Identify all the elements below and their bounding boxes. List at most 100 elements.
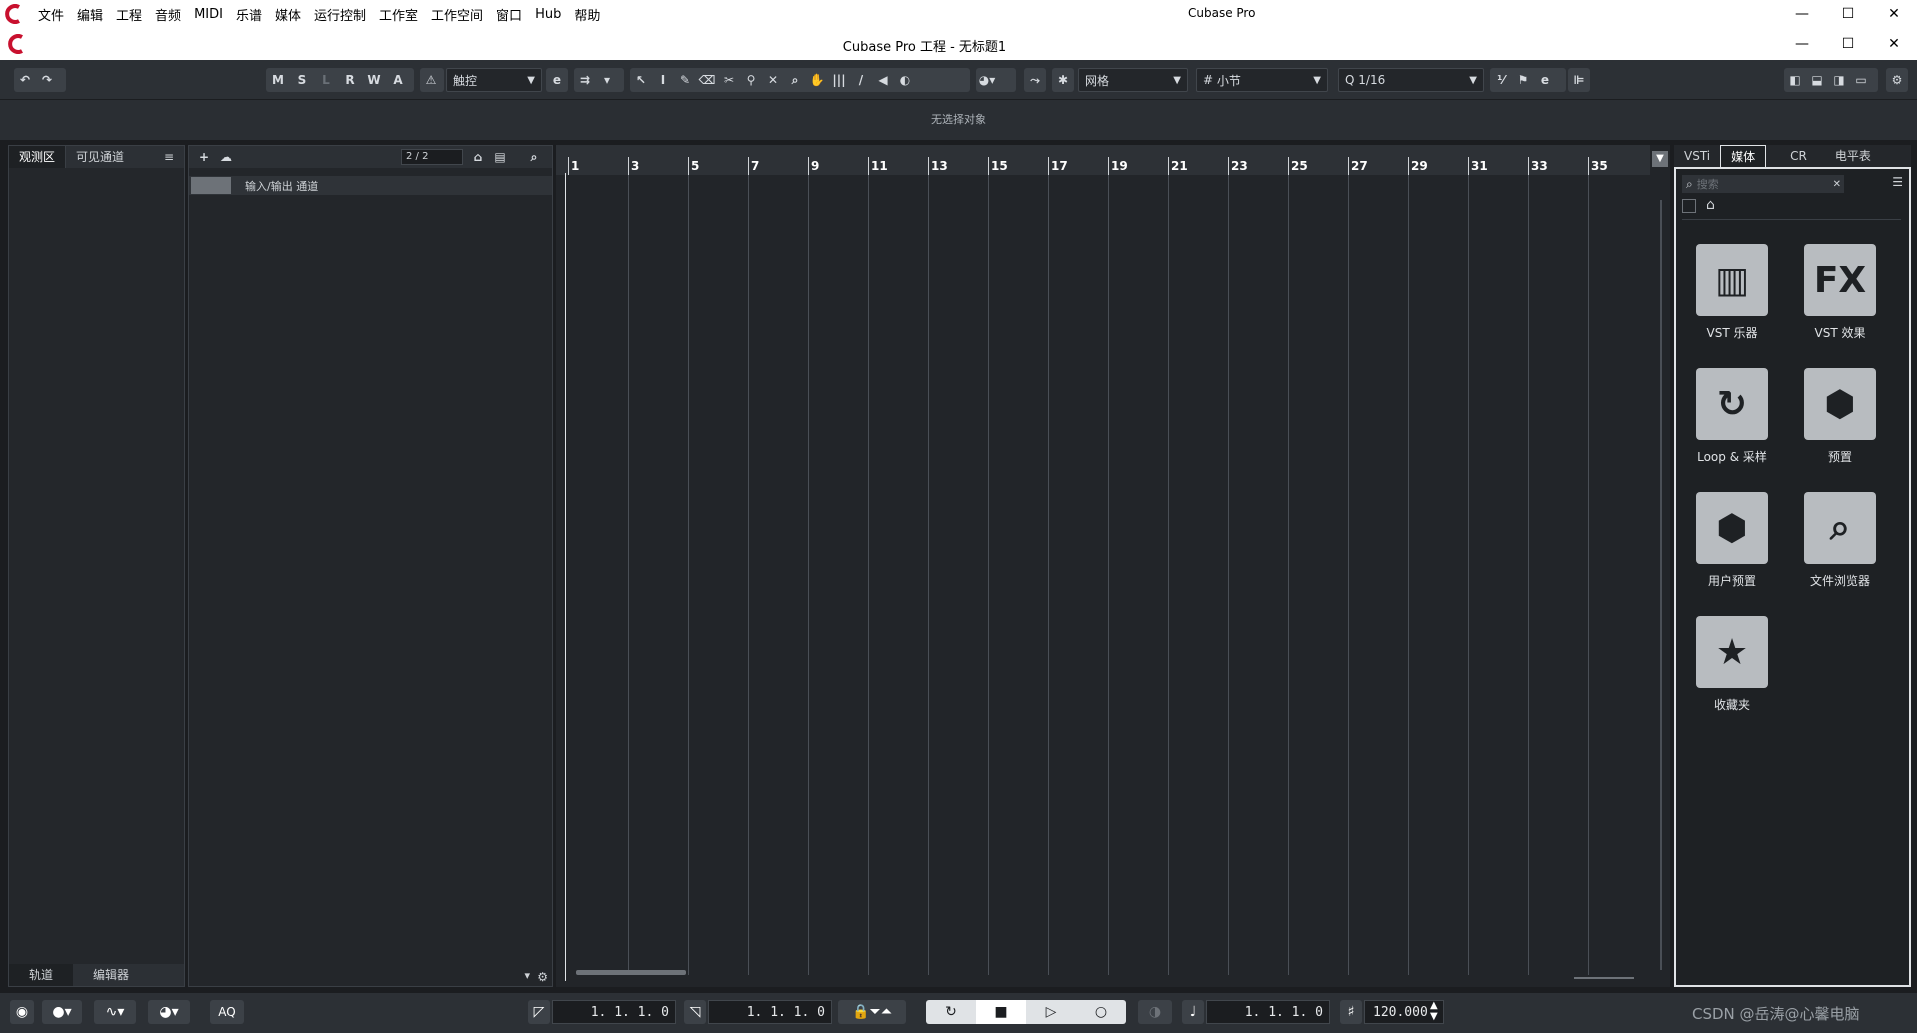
scroll-down-icon[interactable]: ▾ <box>524 969 530 982</box>
menu-hub[interactable]: Hub <box>535 7 561 22</box>
play-tool-icon[interactable]: ◀ <box>872 68 894 92</box>
constrain-delay-icon[interactable]: e <box>546 68 568 92</box>
tab-editor[interactable]: 编辑器 <box>73 964 149 986</box>
list-icon[interactable]: ☰ <box>1892 175 1903 189</box>
read-button[interactable]: R <box>338 68 362 92</box>
align-icon[interactable]: ⊫ <box>1568 68 1590 92</box>
menu-file[interactable]: 文件 <box>38 5 64 24</box>
record-icon[interactable]: ○ <box>1076 1004 1126 1020</box>
menu-help[interactable]: 帮助 <box>574 5 600 24</box>
menu-audio[interactable]: 音频 <box>155 5 181 24</box>
activity-icon[interactable]: ◉ <box>10 1000 34 1024</box>
ruler-menu-icon[interactable]: ▼ <box>1652 151 1668 167</box>
horizontal-scrollbar[interactable] <box>576 970 686 975</box>
minimize-button[interactable]: — <box>1779 0 1825 28</box>
color-tool-icon[interactable]: ◐ <box>894 68 916 92</box>
menu-score[interactable]: 乐谱 <box>236 5 262 24</box>
menu-media[interactable]: 媒体 <box>275 5 301 24</box>
record-mode-icon[interactable]: ●▾ <box>42 1000 82 1024</box>
tab-cr[interactable]: CR <box>1780 145 1817 167</box>
quantize-reset-icon[interactable]: e <box>1534 68 1556 92</box>
right-zone-toggle-icon[interactable]: ◨ <box>1828 68 1850 92</box>
track-row[interactable]: 输入/输出 通道 <box>189 176 552 195</box>
menu-project[interactable]: 工程 <box>116 5 142 24</box>
undo-icon[interactable]: ↶ <box>14 68 36 92</box>
event-display[interactable]: 1 3 5 7 9 11 13 15 17 19 21 23 25 27 29 31 33 35 ▼ <box>556 145 1670 987</box>
color-menu-icon[interactable]: ◕▾ <box>976 68 1016 92</box>
clear-search-icon[interactable]: ✕ <box>1833 179 1841 190</box>
menu-studio[interactable]: 工作室 <box>379 5 418 24</box>
settings-icon[interactable]: ⚙ <box>1886 68 1908 92</box>
track-settings-icon[interactable]: ⚙ <box>537 970 548 984</box>
glue-tool-icon[interactable]: ⚲ <box>740 68 762 92</box>
mute-button[interactable]: M <box>266 68 290 92</box>
maximize-button[interactable]: ☐ <box>1825 0 1871 28</box>
menu-midi[interactable]: MIDI <box>194 7 223 22</box>
quantize-panel-icon[interactable]: ⚑ <box>1512 68 1534 92</box>
tempo-stepper-icon[interactable]: ▲ ▼ <box>1430 1000 1438 1022</box>
position-note-icon[interactable]: ♩ <box>1182 1000 1204 1024</box>
tab-vsti[interactable]: VSTi <box>1674 145 1720 167</box>
media-tile[interactable]: ▥ <box>1696 244 1768 316</box>
grid-type-select[interactable]: # 小节 ▼ <box>1196 68 1328 92</box>
autoscroll-dropdown-icon[interactable]: ▾ <box>596 68 618 92</box>
automation-mode-icon[interactable]: ⚠ <box>420 68 444 92</box>
mute-tool-icon[interactable]: ✕ <box>762 68 784 92</box>
autoscroll-icon[interactable]: ⇉ <box>574 68 596 92</box>
home-icon[interactable]: ⌂ <box>467 146 489 168</box>
zoom-tool-icon[interactable]: ⌕ <box>784 68 806 92</box>
zoom-slider[interactable] <box>1574 977 1634 979</box>
automation-button[interactable]: A <box>386 68 410 92</box>
snap-toggle-icon[interactable]: ⤳ <box>1024 68 1046 92</box>
quantize-select[interactable]: Q 1/16 ▼ <box>1338 68 1484 92</box>
right-locator-field[interactable]: 1. 1. 1. 0 <box>708 1000 832 1024</box>
tab-visibility[interactable]: 可见通道 <box>66 146 134 168</box>
tempo-icon[interactable]: ♯ <box>1340 1000 1362 1024</box>
transport-toggle-icon[interactable]: ▭ <box>1850 68 1872 92</box>
position-field[interactable]: 1. 1. 1. 0 <box>1206 1000 1330 1024</box>
audio-performance-icon[interactable]: ∿▾ <box>94 1000 136 1024</box>
select-tool-icon[interactable]: ↖ <box>630 68 652 92</box>
menu-transport[interactable]: 运行控制 <box>314 5 366 24</box>
menu-edit[interactable]: 编辑 <box>77 5 103 24</box>
left-zone-toggle-icon[interactable]: ◧ <box>1784 68 1806 92</box>
auto-punch-icon[interactable]: ◑ <box>1138 1000 1172 1024</box>
eraser-tool-icon[interactable]: ⌫ <box>696 68 718 92</box>
play-icon[interactable]: ▷ <box>1026 1004 1076 1020</box>
vertical-scrollbar[interactable] <box>1660 200 1662 970</box>
left-locator-field[interactable]: 1. 1. 1. 0 <box>552 1000 676 1024</box>
close-button[interactable]: ✕ <box>1871 0 1917 28</box>
automation-mode-select[interactable]: 触控 ▼ <box>446 68 542 92</box>
split-tool-icon[interactable]: ✂ <box>718 68 740 92</box>
add-track-icon[interactable]: + <box>193 145 215 169</box>
checkbox[interactable] <box>1682 199 1696 213</box>
snap-type-select[interactable]: 网格 ▼ <box>1078 68 1188 92</box>
menu-workspaces[interactable]: 工作空间 <box>431 5 483 24</box>
left-locator-icon[interactable]: ◸ <box>528 1000 550 1024</box>
project-maximize-button[interactable]: ☐ <box>1825 30 1871 58</box>
tab-tracks[interactable]: 轨道 <box>9 964 74 986</box>
tab-media[interactable]: 媒体 <box>1720 145 1767 167</box>
snap-zero-icon[interactable]: ✱ <box>1052 68 1074 92</box>
project-close-button[interactable]: ✕ <box>1871 30 1917 58</box>
metronome-menu-icon[interactable]: ◕▾ <box>148 1000 190 1024</box>
media-tile[interactable]: ★ <box>1696 616 1768 688</box>
media-tile[interactable]: ⌕ <box>1804 492 1876 564</box>
aq-button[interactable]: AQ <box>210 1000 244 1024</box>
solo-button[interactable]: S <box>290 68 314 92</box>
media-search[interactable]: ⌕ 搜索 ✕ <box>1682 175 1844 193</box>
line-tool-icon[interactable]: / <box>850 68 872 92</box>
range-tool-icon[interactable]: I <box>652 68 674 92</box>
add-track-menu-icon[interactable]: ☁ <box>215 145 237 169</box>
home-icon[interactable]: ⌂ <box>1706 197 1715 213</box>
right-locator-icon[interactable]: ◹ <box>684 1000 706 1024</box>
search-icon[interactable]: ⌕ <box>523 146 545 168</box>
redo-icon[interactable]: ↷ <box>36 68 58 92</box>
stop-icon[interactable]: ■ <box>976 1000 1026 1024</box>
comp-tool-icon[interactable]: ||| <box>828 68 850 92</box>
iterative-quantize-icon[interactable]: ⅟ <box>1490 68 1512 92</box>
listen-button[interactable]: L <box>314 68 338 92</box>
menu-window[interactable]: 窗口 <box>496 5 522 24</box>
list-view-icon[interactable]: ▤ <box>489 146 511 168</box>
lower-zone-toggle-icon[interactable]: ⬓ <box>1806 68 1828 92</box>
